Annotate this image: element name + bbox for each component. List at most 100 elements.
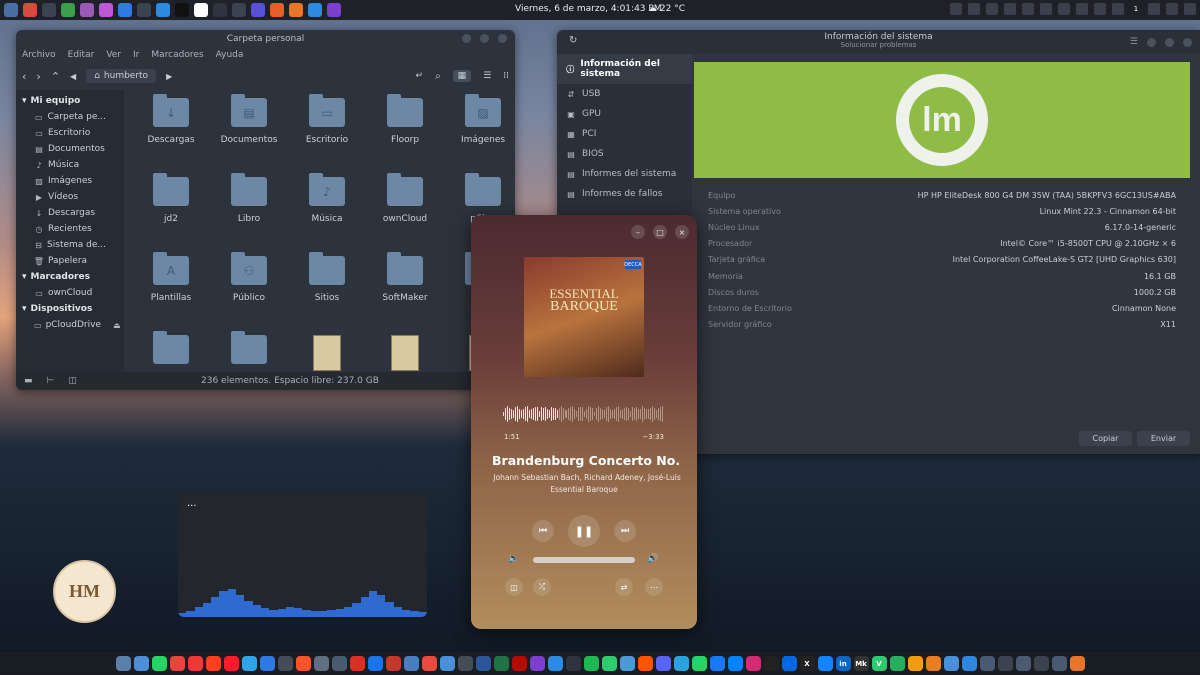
purple-icon[interactable] <box>529 656 545 671</box>
whatsapp-icon[interactable] <box>151 656 167 671</box>
copy-button[interactable]: Copiar <box>1079 431 1132 446</box>
eject-icon[interactable]: ⏏ <box>113 321 121 330</box>
terminal-icon[interactable] <box>42 3 56 17</box>
sidebar-header-2[interactable]: ▾ Dispositivos <box>16 301 124 317</box>
tree-icon[interactable]: ⊢ <box>47 376 55 386</box>
meta-icon[interactable] <box>781 656 797 671</box>
close-icon[interactable]: × <box>675 225 689 239</box>
maximize-button[interactable] <box>1165 38 1174 47</box>
excel-icon[interactable] <box>493 656 509 671</box>
green-icon[interactable] <box>601 656 617 671</box>
leaf-icon[interactable] <box>61 3 75 17</box>
green2-icon[interactable] <box>889 656 905 671</box>
chevron-down-icon[interactable]: ▾ <box>22 96 27 106</box>
window2-icon[interactable] <box>979 656 995 671</box>
linkedin-icon[interactable]: in <box>835 656 851 671</box>
file-item[interactable]: ▭ Escritorio <box>288 94 366 177</box>
sidebar-header-1[interactable]: ▾ Marcadores <box>16 269 124 285</box>
sidebar-item[interactable]: ▨ Imágenes <box>16 173 124 189</box>
blue-icon[interactable] <box>961 656 977 671</box>
file-item[interactable]: ⚇ Público <box>210 252 288 335</box>
target-icon[interactable] <box>277 656 293 671</box>
weather[interactable]: ☁ 22 °C <box>648 4 685 14</box>
display-icon[interactable] <box>950 3 962 15</box>
file-item[interactable]: ↓ Descargas <box>132 94 210 177</box>
sidebar-item[interactable]: 🗑 Papelera <box>16 253 124 269</box>
openai-icon[interactable] <box>137 3 151 17</box>
up-icon[interactable]: ⌃ <box>51 70 60 83</box>
image-icon[interactable] <box>403 656 419 671</box>
orange-icon[interactable] <box>270 3 284 17</box>
nav-item[interactable]: ▤ Informes de fallos <box>557 184 692 204</box>
menu-ver[interactable]: Ver <box>106 50 121 62</box>
file-item[interactable]: ♪ Música <box>288 173 366 256</box>
photos-icon[interactable] <box>133 656 149 671</box>
contacts-icon[interactable] <box>439 656 455 671</box>
nav-item[interactable]: ▤ Informes del sistema <box>557 164 692 184</box>
sidebar-header-0[interactable]: ▾ Mi equipo <box>16 93 124 109</box>
file-item[interactable]: Floorp <box>366 94 444 177</box>
purple-icon[interactable] <box>327 3 341 17</box>
sidebar-item[interactable]: ▭ ownCloud <box>16 285 124 301</box>
menu-marcadores[interactable]: Marcadores <box>151 50 203 62</box>
toggle-icon[interactable] <box>1022 3 1034 15</box>
path-right-icon[interactable]: ▶ <box>166 72 172 81</box>
system-info-titlebar[interactable]: ↻ Información del sistema Solucionar pro… <box>557 30 1200 54</box>
file-item[interactable]: ▨ Imágenes <box>444 94 515 177</box>
star-icon[interactable] <box>118 3 132 17</box>
maximize-button[interactable] <box>480 34 489 43</box>
grid-icon[interactable] <box>1166 3 1178 15</box>
wifi-icon[interactable]: 1 <box>1130 3 1142 15</box>
shuffle-icon[interactable]: ⤮ <box>533 578 551 596</box>
send-button[interactable]: Enviar <box>1137 431 1190 446</box>
bluetooth-icon[interactable] <box>1076 3 1088 15</box>
sidebar-item[interactable]: ▭ pCloudDrive ⏏ <box>16 317 124 333</box>
path-left-icon[interactable]: ◀ <box>70 72 76 81</box>
vivaldi-icon[interactable] <box>187 656 203 671</box>
next-button[interactable]: ⏭ <box>614 520 636 542</box>
forward-icon[interactable]: › <box>36 70 40 83</box>
threads-icon[interactable] <box>763 656 779 671</box>
bluesky-icon[interactable] <box>817 656 833 671</box>
calendar-icon[interactable] <box>421 656 437 671</box>
nav-item[interactable]: ▤ BIOS <box>557 144 692 164</box>
minimize-button[interactable] <box>462 34 471 43</box>
more-icon[interactable]: ⋯ <box>645 578 663 596</box>
vmware-icon[interactable] <box>313 656 329 671</box>
send-icon[interactable] <box>1112 3 1124 15</box>
alert-icon[interactable] <box>1069 656 1085 671</box>
soundcloud-icon[interactable] <box>637 656 653 671</box>
window-icon[interactable] <box>331 656 347 671</box>
v-icon[interactable]: V <box>871 656 887 671</box>
hide-sidebar-icon[interactable]: ◫ <box>68 376 77 386</box>
file-item[interactable] <box>366 335 444 372</box>
circle-icon[interactable] <box>1051 656 1067 671</box>
file-item[interactable] <box>132 331 210 372</box>
terminal-icon[interactable] <box>997 656 1013 671</box>
opera-icon[interactable] <box>223 656 239 671</box>
c-icon[interactable] <box>232 3 246 17</box>
minimize-icon[interactable]: – <box>631 225 645 239</box>
files-icon[interactable] <box>115 656 131 671</box>
close-button[interactable] <box>498 34 507 43</box>
sync-icon[interactable] <box>1058 3 1070 15</box>
file-item[interactable]: Sitios <box>288 252 366 335</box>
pdf-icon[interactable] <box>511 656 527 671</box>
gear-icon[interactable] <box>1033 656 1049 671</box>
flask-icon[interactable] <box>213 3 227 17</box>
file-item[interactable]: ▤ Documentos <box>210 94 288 177</box>
nav-item[interactable]: ⇵ USB <box>557 84 692 104</box>
lock-icon[interactable] <box>4 3 18 17</box>
nav-item[interactable]: ▦ PCI <box>557 124 692 144</box>
compact-view-icon[interactable]: ⁞⁞ <box>503 71 509 81</box>
mk-icon[interactable]: Mk <box>853 656 869 671</box>
clock[interactable]: Viernes, 6 de marzo, 4:01:43 PM <box>515 4 662 14</box>
sidebar-item[interactable]: ◷ Recientes <box>16 221 124 237</box>
tv-icon[interactable] <box>565 656 581 671</box>
sidebar-toggle-icon[interactable]: ◫ <box>505 578 523 596</box>
file-item[interactable]: ownCloud <box>366 173 444 256</box>
sidebar-item[interactable]: ▭ Carpeta pe... <box>16 109 124 125</box>
previous-button[interactable]: ⏮ <box>532 520 554 542</box>
file-item[interactable] <box>210 331 288 372</box>
nav-item[interactable]: ⓘ Información del sistema <box>557 54 692 84</box>
